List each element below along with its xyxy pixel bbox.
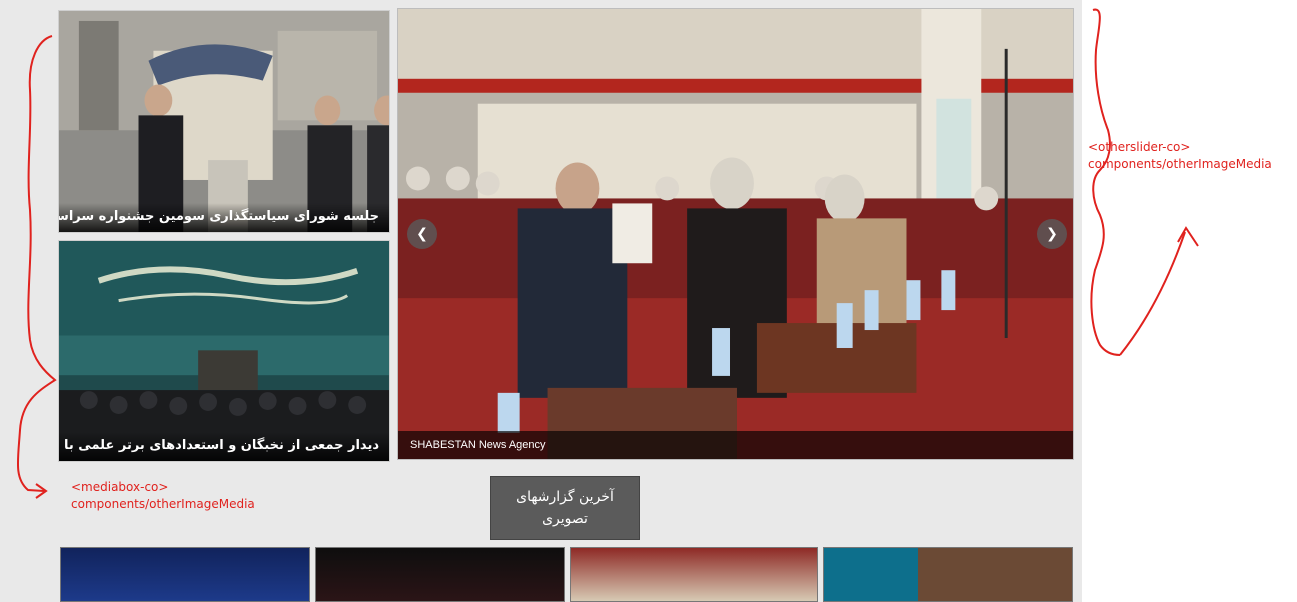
annotation-otherslider-label: <otherslider-co>: [1088, 140, 1191, 154]
thumbnail-item[interactable]: [570, 547, 818, 602]
slider-prev-button[interactable]: ❮: [407, 219, 437, 249]
media-card-caption[interactable]: جلسه شورای سیاستگذاری سومین جشنواره سراس…: [59, 203, 389, 232]
annotation-mediabox-path: components/otherImageMedia: [71, 497, 255, 511]
chevron-right-icon: ❯: [1046, 226, 1058, 242]
thumbnail-item[interactable]: [315, 547, 565, 602]
annotation-otherslider: <otherslider-co> components/otherImageMe…: [1088, 139, 1272, 173]
media-card-caption[interactable]: دیدار جمعی از نخبگان و استعدادهای برتر ع…: [59, 432, 389, 461]
media-card-leader-meeting[interactable]: دیدار جمعی از نخبگان و استعدادهای برتر ع…: [58, 240, 390, 462]
slider-photo-conference-hall: [398, 9, 1073, 459]
news-photo-council-meeting: [59, 11, 389, 232]
chevron-left-icon: ❮: [416, 226, 428, 242]
annotation-otherslider-path: components/otherImageMedia: [1088, 157, 1272, 171]
slider-credit: SHABESTAN News Agency: [398, 431, 1073, 459]
thumbnail-item[interactable]: [60, 547, 310, 602]
latest-photo-reports-button[interactable]: آخرین گزارشهای تصویری: [490, 476, 640, 540]
annotation-mediabox-label: <mediabox-co>: [71, 480, 169, 494]
latest-photo-reports-label: آخرین گزارشهای تصویری: [516, 489, 614, 527]
annotation-mediabox: <mediabox-co> components/otherImageMedia: [71, 479, 255, 513]
media-card-council-meeting[interactable]: جلسه شورای سیاستگذاری سومین جشنواره سراس…: [58, 10, 390, 233]
news-photo-leader-meeting: [59, 241, 389, 461]
slider-next-button[interactable]: ❯: [1037, 219, 1067, 249]
thumbnail-item[interactable]: [823, 547, 1073, 602]
image-slider[interactable]: ❮ ❯ SHABESTAN News Agency: [397, 8, 1074, 460]
